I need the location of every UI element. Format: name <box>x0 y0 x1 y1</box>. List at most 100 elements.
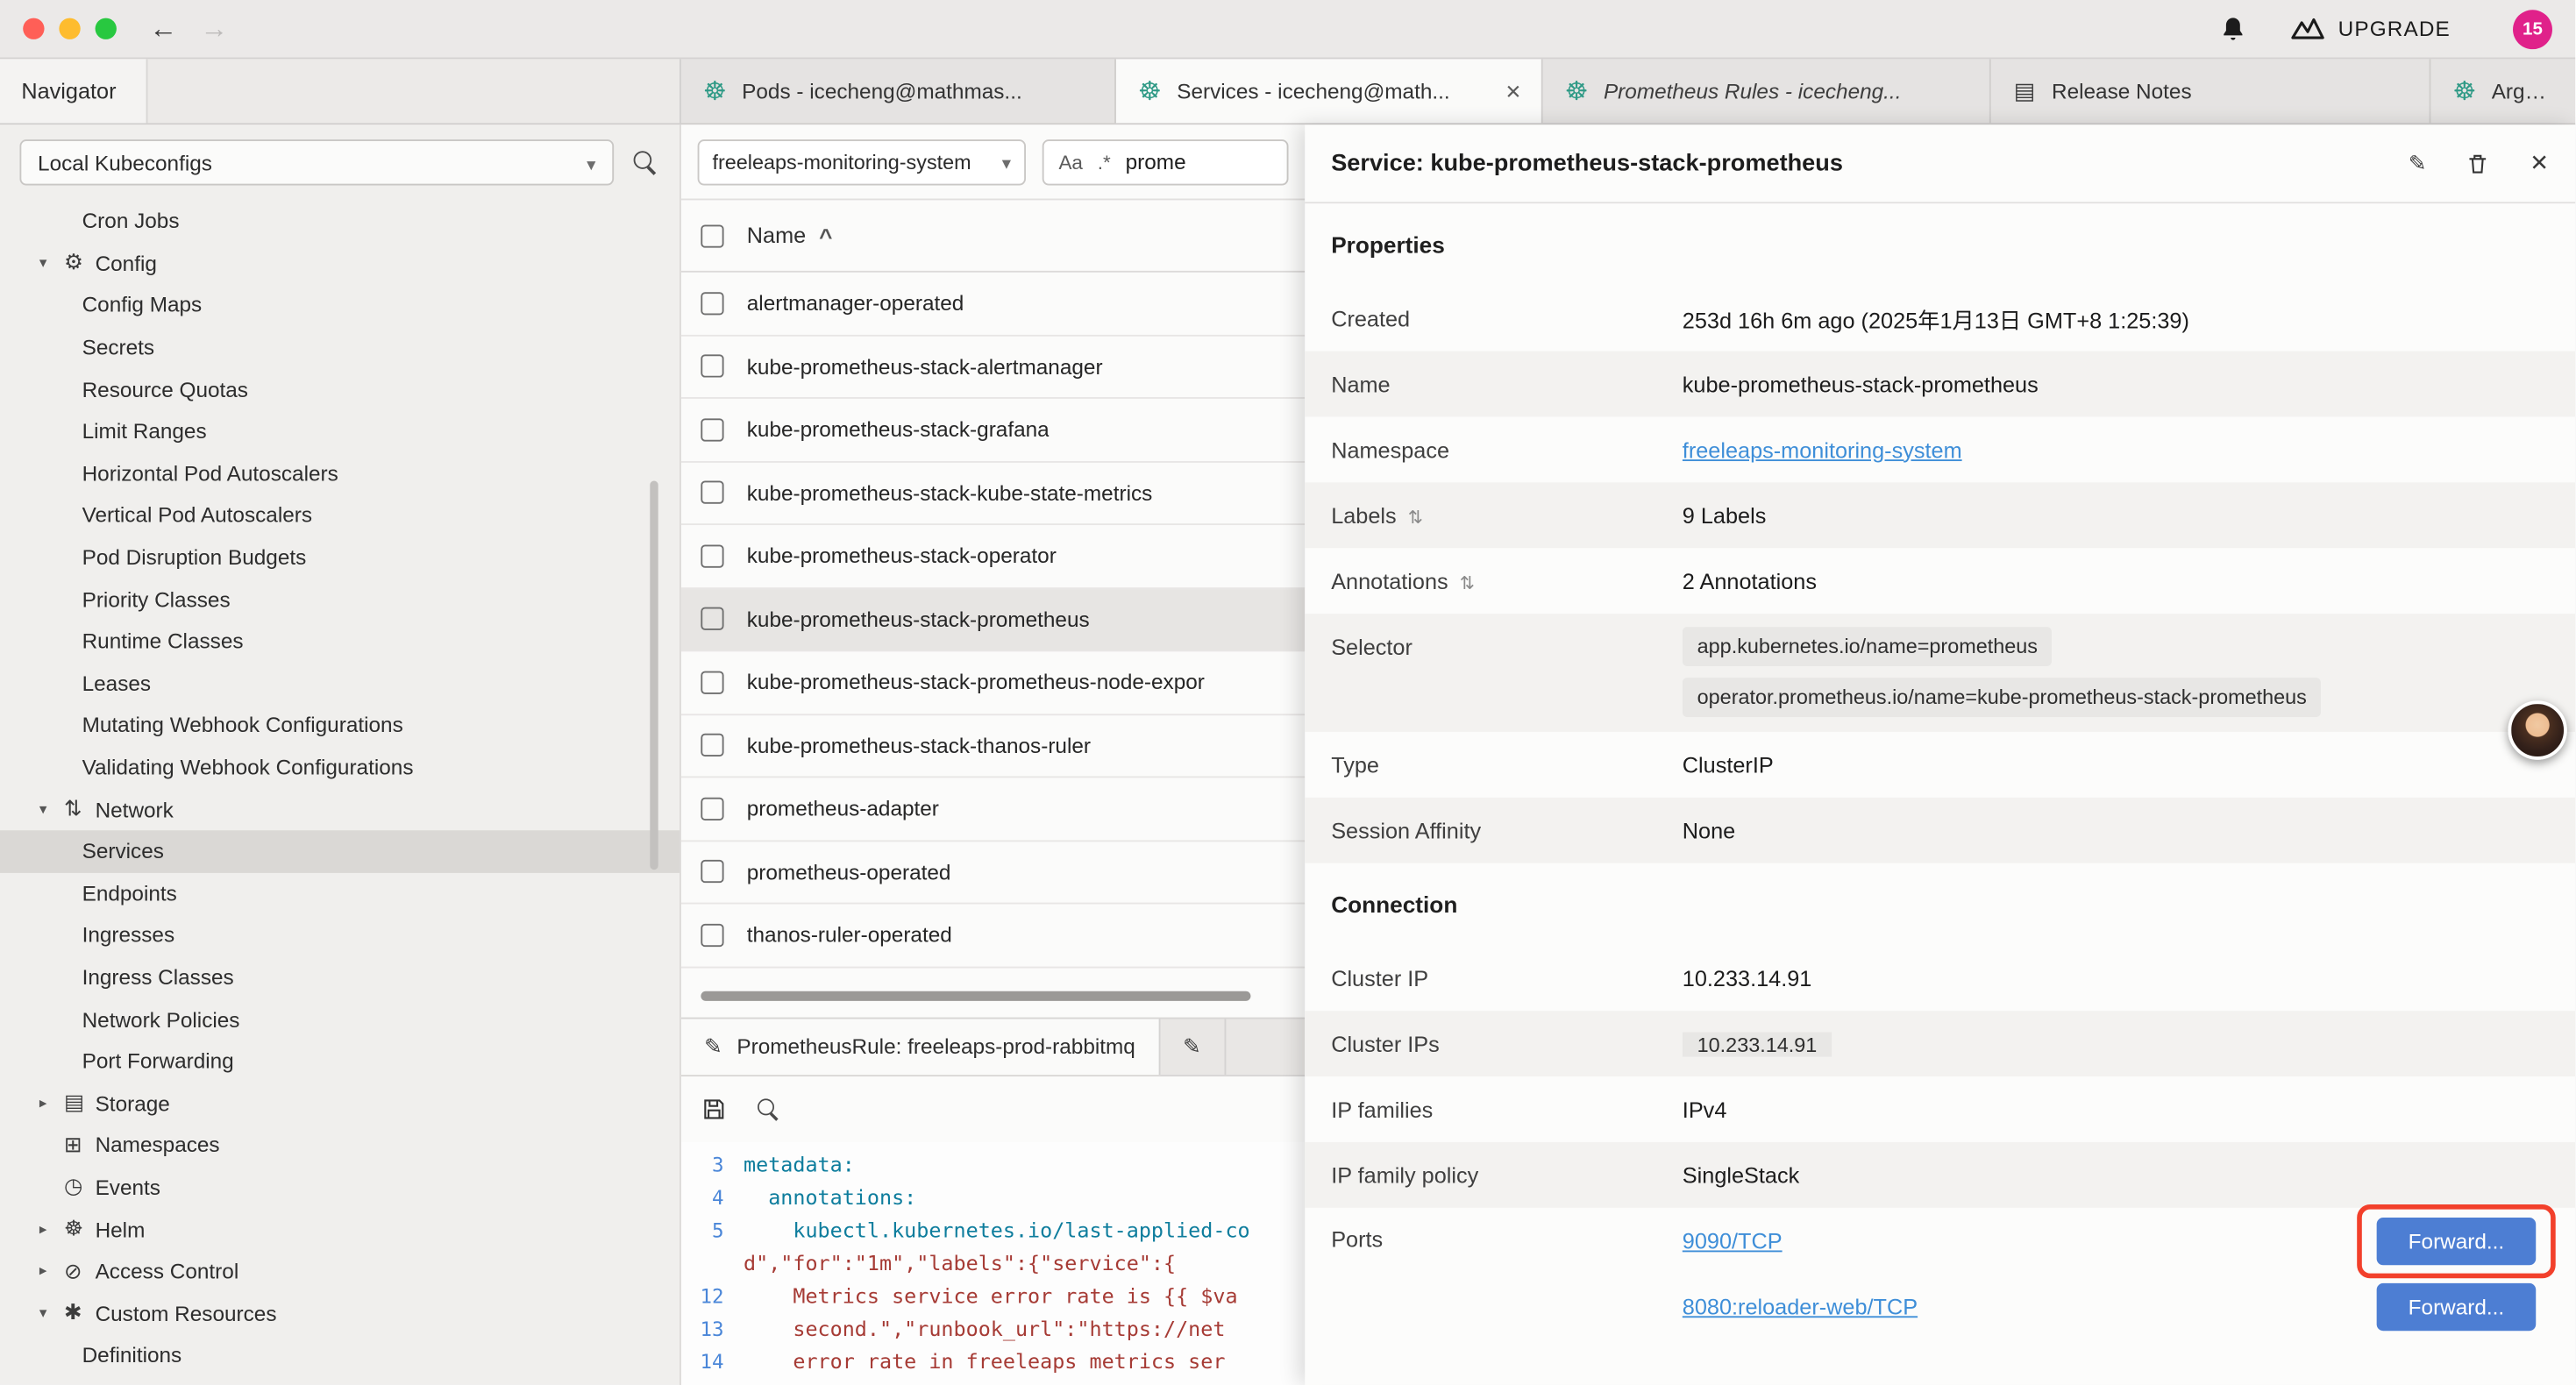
unfold-icon[interactable] <box>1408 503 1423 528</box>
table-row[interactable]: prometheus-operated <box>681 841 1305 904</box>
sidebar-item[interactable]: Namespaces <box>0 1124 680 1166</box>
editor-dock: PrometheusRule: freeleaps-prod-rabbitmq <box>681 1017 1305 1385</box>
save-icon[interactable] <box>701 1096 727 1122</box>
editor-tab[interactable]: Release Notes ✕ <box>1991 59 2431 123</box>
row-checkbox[interactable] <box>701 734 723 756</box>
maximize-window-button[interactable] <box>96 18 117 39</box>
table-row[interactable]: kube-prometheus-stack-prometheus <box>681 588 1305 651</box>
table-row[interactable]: kube-prometheus-stack-alertmanager <box>681 336 1305 399</box>
sidebar-item[interactable]: Validating Webhook Configurations <box>0 746 680 788</box>
match-case-toggle[interactable]: Aa <box>1058 150 1082 173</box>
table-row[interactable]: alertmanager-operated <box>681 273 1305 336</box>
unfold-icon[interactable] <box>1460 569 1475 593</box>
forward-button-8080[interactable]: Forward... <box>2377 1282 2537 1330</box>
sidebar-item[interactable]: Secrets <box>0 326 680 368</box>
sort-ascending-icon[interactable] <box>819 223 832 249</box>
editor-tab[interactable]: Pods - icecheng@mathmas... ✕ <box>681 59 1116 123</box>
sidebar-item[interactable]: Mutating Webhook Configurations <box>0 704 680 746</box>
upgrade-button[interactable]: UPGRADE <box>2289 17 2451 41</box>
service-name: kube-prometheus-stack-alertmanager <box>747 354 1103 379</box>
row-checkbox[interactable] <box>701 860 723 883</box>
sidebar-item[interactable]: Vertical Pod Autoscalers <box>0 494 680 536</box>
table-row[interactable]: thanos-ruler-operated <box>681 904 1305 967</box>
table-row[interactable]: kube-prometheus-stack-kube-state-metrics <box>681 462 1305 525</box>
sidebar-item[interactable]: Pod Disruption Budgets <box>0 536 680 579</box>
dock-tab-prometheusrule[interactable]: PrometheusRule: freeleaps-prod-rabbitmq <box>681 1019 1160 1075</box>
tab-label: Prometheus Rules - icecheng... <box>1604 79 1902 103</box>
row-checkbox[interactable] <box>701 481 723 504</box>
scrollbar-thumb[interactable] <box>701 991 1249 1000</box>
name-column-header[interactable]: Name <box>747 224 806 248</box>
sidebar-item[interactable]: Helm <box>0 1208 680 1250</box>
sidebar-item[interactable]: Config <box>0 242 680 284</box>
minimize-window-button[interactable] <box>59 18 80 39</box>
back-button[interactable]: ← <box>149 12 177 45</box>
namespace-selector[interactable]: freeleaps-monitoring-system <box>698 138 1026 184</box>
yaml-editor[interactable]: 3 metadata: 4 annotations: 5 kubectl.kub… <box>681 1141 1305 1385</box>
port-link-8080[interactable]: 8080:reloader-web/TCP <box>1683 1294 1918 1318</box>
sidebar-item[interactable]: Horizontal Pod Autoscalers <box>0 452 680 494</box>
select-all-checkbox[interactable] <box>701 224 723 247</box>
forward-button-9090[interactable]: Forward... <box>2377 1217 2537 1264</box>
sidebar-item[interactable]: Events <box>0 1166 680 1208</box>
sidebar-item[interactable]: Resource Quotas <box>0 368 680 410</box>
app-window: ← → UPGRADE 15 Navigator Pods - icecheng… <box>0 0 2575 1385</box>
table-row[interactable]: kube-prometheus-stack-thanos-ruler <box>681 714 1305 778</box>
tab-close-icon[interactable]: ✕ <box>1505 80 1522 103</box>
editor-tab[interactable]: Argo S... ✕ <box>2430 59 2575 123</box>
regex-toggle[interactable]: .* <box>1098 150 1111 173</box>
row-checkbox[interactable] <box>701 292 723 315</box>
sidebar-scrollbar[interactable] <box>650 480 658 870</box>
table-row[interactable]: kube-prometheus-stack-grafana <box>681 399 1305 462</box>
sidebar-item[interactable]: Services <box>0 830 680 872</box>
search-input[interactable]: Aa .* prome <box>1042 138 1289 184</box>
notification-count-badge[interactable]: 15 <box>2513 9 2552 48</box>
sidebar-item[interactable]: Runtime Classes <box>0 620 680 662</box>
table-row[interactable]: prometheus-adapter <box>681 778 1305 841</box>
row-checkbox[interactable] <box>701 797 723 820</box>
delete-service-icon[interactable] <box>2466 150 2490 176</box>
close-drawer-icon[interactable] <box>2530 149 2549 177</box>
editor-search-icon[interactable] <box>758 1097 779 1119</box>
table-row[interactable]: kube-prometheus-stack-prometheus-node-ex… <box>681 651 1305 714</box>
sidebar-item[interactable]: Network <box>0 788 680 830</box>
row-checkbox[interactable] <box>701 923 723 946</box>
sidebar-item[interactable]: Definitions <box>0 1334 680 1376</box>
row-checkbox[interactable] <box>701 418 723 441</box>
tree-item-label: Definitions <box>82 1343 182 1367</box>
sidebar-item[interactable]: Priority Classes <box>0 579 680 621</box>
port-link-9090[interactable]: 9090/TCP <box>1683 1228 1783 1253</box>
row-checkbox[interactable] <box>701 355 723 378</box>
sidebar-item[interactable]: Access Control <box>0 1250 680 1292</box>
editor-tab[interactable]: Prometheus Rules - icecheng... ✕ <box>1543 59 1991 123</box>
dock-tab-partial[interactable] <box>1160 1019 1226 1075</box>
edit-service-icon[interactable] <box>2409 150 2426 176</box>
close-window-button[interactable] <box>23 18 44 39</box>
row-checkbox[interactable] <box>701 671 723 693</box>
namespace-link[interactable]: freeleaps-monitoring-system <box>1683 437 1962 462</box>
horizontal-scrollbar[interactable] <box>701 991 1284 1000</box>
row-checkbox[interactable] <box>701 607 723 630</box>
sidebar-item[interactable]: Custom Resources <box>0 1292 680 1334</box>
user-avatar[interactable] <box>2508 700 2566 759</box>
sidebar-item[interactable]: Network Policies <box>0 998 680 1041</box>
sidebar-item[interactable]: Limit Ranges <box>0 410 680 452</box>
tab-kubernetes-icon <box>1562 75 1590 107</box>
sidebar-item[interactable]: Cron Jobs <box>0 200 680 242</box>
row-checkbox[interactable] <box>701 544 723 567</box>
sidebar-item[interactable]: Endpoints <box>0 872 680 914</box>
sidebar-search-icon[interactable] <box>634 151 657 174</box>
forward-button[interactable]: → <box>200 12 228 45</box>
tree-item-label: Network Policies <box>82 1007 240 1032</box>
sidebar-item[interactable]: Storage <box>0 1083 680 1125</box>
sidebar-item[interactable]: Port Forwarding <box>0 1041 680 1083</box>
sidebar-item[interactable]: Ingress Classes <box>0 956 680 998</box>
table-row[interactable]: kube-prometheus-stack-operator <box>681 525 1305 588</box>
notifications-bell-icon[interactable] <box>2218 14 2246 44</box>
kubeconfig-selector[interactable]: Local Kubeconfigs <box>19 139 614 185</box>
navigator-panel-tab[interactable]: Navigator <box>0 59 147 123</box>
sidebar-item[interactable]: Config Maps <box>0 284 680 326</box>
editor-tab[interactable]: Services - icecheng@math... ✕ <box>1116 59 1543 123</box>
sidebar-item[interactable]: Ingresses <box>0 914 680 956</box>
sidebar-item[interactable]: Leases <box>0 662 680 704</box>
